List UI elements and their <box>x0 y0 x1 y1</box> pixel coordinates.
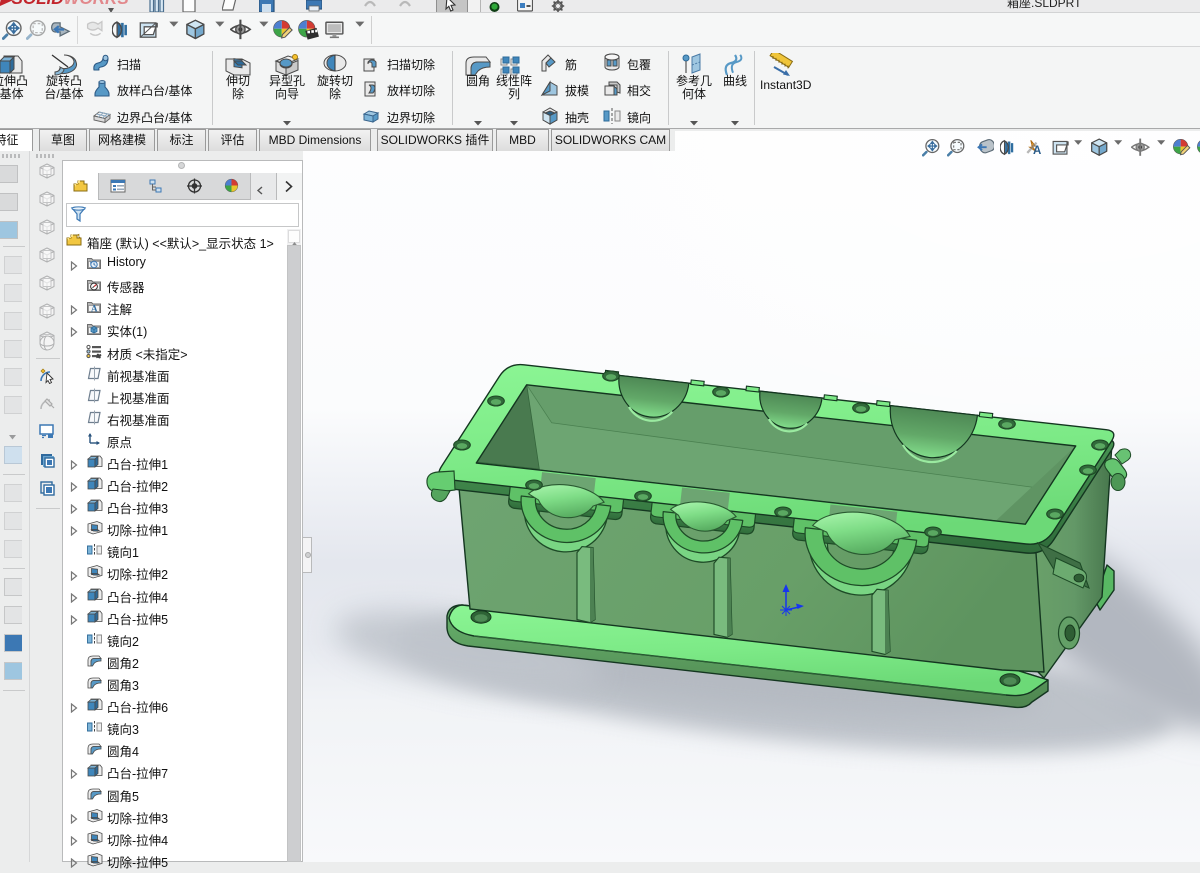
svg-text:A: A <box>1033 145 1041 157</box>
svg-text:A: A <box>91 304 98 314</box>
